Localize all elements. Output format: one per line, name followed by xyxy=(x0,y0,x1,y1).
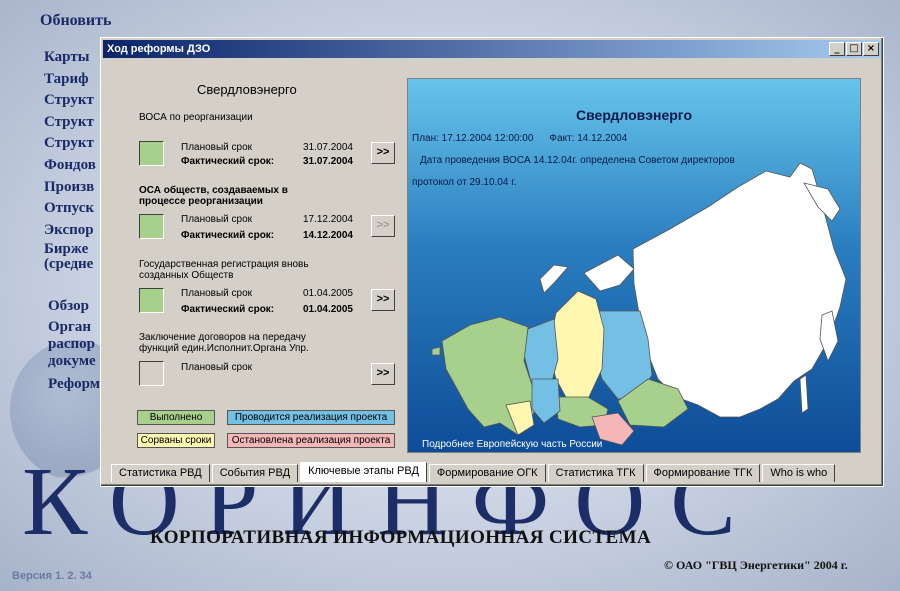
stage-1-status xyxy=(139,141,164,166)
stage-4-details-button[interactable]: >> xyxy=(371,363,395,385)
reform-progress-window: Ход реформы ДЗО _ □ × Свердловэнерго ВОС… xyxy=(100,37,884,487)
map-region-sakhalin xyxy=(799,374,809,414)
stage-2-fact-value: 14.12.2004 xyxy=(302,230,353,241)
stage-3-details-button[interactable]: >> xyxy=(371,289,395,311)
tab-rvd-events[interactable]: События РВД xyxy=(211,464,299,482)
menu-item[interactable]: Фондов xyxy=(44,155,96,177)
stage-1-plan-label: Плановый срок xyxy=(181,142,253,153)
stages-panel: Свердловэнерго ВОСА по реорганизации Пла… xyxy=(109,78,399,453)
stage-3-title: Государственная регистрация вновь созданн… xyxy=(139,259,309,281)
menu-item[interactable]: Структ xyxy=(44,133,96,155)
tab-tgk-statistics[interactable]: Статистика ТГК xyxy=(547,464,644,482)
menu-item[interactable]: Отпуск xyxy=(44,198,96,220)
menu-item[interactable]: Карты xyxy=(44,47,96,69)
stage-1-fact-value: 31.07.2004 xyxy=(302,156,353,167)
maximize-button[interactable]: □ xyxy=(846,42,862,56)
stage-3-status xyxy=(139,288,164,313)
menu-item[interactable]: Реформ xyxy=(48,376,100,393)
version-label: Версия 1. 2. 34 xyxy=(12,570,92,582)
stage-3-fact-label: Фактический срок: xyxy=(181,304,275,315)
stage-4-title: Заключение договоров на передачу функций … xyxy=(139,332,309,354)
tab-who-is-who[interactable]: Who is who xyxy=(762,464,836,482)
window-titlebar[interactable]: Ход реформы ДЗО _ □ × xyxy=(103,40,881,58)
menu-item[interactable]: Бирже xyxy=(44,241,96,257)
minimize-button[interactable]: _ xyxy=(829,42,845,56)
map-region-blue-3 xyxy=(531,378,561,424)
stage-2-details-button[interactable]: >> xyxy=(371,215,395,237)
menu-item[interactable]: распор xyxy=(48,336,100,353)
map-fact: Факт: 14.12.2004 xyxy=(549,133,628,144)
stage-2-title: ОСА обществ, создаваемых в процессе реорг… xyxy=(139,185,288,207)
map-region-kaliningrad xyxy=(431,346,441,356)
stage-3-plan-value: 01.04.2005 xyxy=(302,288,353,299)
stage-1-details-button[interactable]: >> xyxy=(371,142,395,164)
background-menu-lower: Обзор Орган распор докуме Реформ xyxy=(48,298,100,397)
menu-item[interactable]: докуме xyxy=(48,353,100,370)
legend-in-progress: Проводится реализация проекта xyxy=(227,410,395,425)
stage-4-status xyxy=(139,361,164,386)
menu-item[interactable]: Структ xyxy=(44,112,96,134)
tab-tgk-formation[interactable]: Формирование ТГК xyxy=(645,464,761,482)
stage-3-fact-value: 01.04.2005 xyxy=(302,304,353,315)
map-region-north xyxy=(583,254,635,292)
tab-rvd-key-stages[interactable]: Ключевые этапы РВД xyxy=(300,462,427,482)
stage-1-title: ВОСА по реорганизации xyxy=(139,112,253,123)
stage-1-plan-value: 31.07.2004 xyxy=(302,142,353,153)
legend-done: Выполнено xyxy=(137,410,215,425)
company-name: Свердловэнерго xyxy=(197,82,297,97)
copyright-label: © ОАО "ГВЦ Энергетики" 2004 г. xyxy=(664,558,848,572)
tab-ogk-formation[interactable]: Формирование ОГК xyxy=(428,464,546,482)
map-company-title: Свердловэнерго xyxy=(576,107,692,123)
stage-3-plan-label: Плановый срок xyxy=(181,288,253,299)
stage-4-plan-label: Плановый срок xyxy=(181,362,253,373)
map-region-east xyxy=(632,162,847,418)
refresh-link[interactable]: Обновить xyxy=(40,12,111,30)
stage-1-fact-label: Фактический срок: xyxy=(181,156,275,167)
map-protocol-line: протокол от 29.10.04 г. xyxy=(412,177,517,188)
legend-overdue: Сорваны сроки xyxy=(137,433,215,448)
european-russia-link[interactable]: Подробнее Европейскую часть России xyxy=(422,439,602,450)
legend-stopped: Остановлена реализация проекта xyxy=(227,433,395,448)
menu-item[interactable]: Тариф xyxy=(44,69,96,91)
menu-item[interactable]: Произв xyxy=(44,177,96,199)
tab-bar: Статистика РВД События РВД Ключевые этап… xyxy=(111,462,837,482)
stage-2-status xyxy=(139,214,164,239)
map-info-line: Дата проведения ВОСА 14.12.04г. определе… xyxy=(420,155,735,166)
close-button[interactable]: × xyxy=(863,42,879,56)
tab-rvd-statistics[interactable]: Статистика РВД xyxy=(111,464,210,482)
menu-item[interactable]: Обзор xyxy=(48,298,100,315)
map-region-novaya-zemlya xyxy=(539,264,569,294)
menu-item[interactable]: Структ xyxy=(44,90,96,112)
brand-subtitle: КОРПОРАТИВНАЯ ИНФОРМАЦИОННАЯ СИСТЕМА xyxy=(150,527,652,548)
stage-2-plan-label: Плановый срок xyxy=(181,214,253,225)
stage-2-fact-label: Фактический срок: xyxy=(181,230,275,241)
map-plan: План: 17.12.2004 12:00:00 xyxy=(412,133,534,144)
russia-map-panel: Свердловэнерго План: 17.12.2004 12:00:00… xyxy=(407,78,861,453)
background-menu: Карты Тариф Структ Структ Структ Фондов … xyxy=(44,47,96,272)
menu-item[interactable]: Экспор xyxy=(44,220,96,242)
menu-item[interactable]: Орган xyxy=(48,319,100,336)
menu-item[interactable]: (средне xyxy=(44,257,96,272)
window-title: Ход реформы ДЗО xyxy=(107,43,211,55)
stage-2-plan-value: 17.12.2004 xyxy=(302,214,353,225)
map-plan-fact: План: 17.12.2004 12:00:00 Факт: 14.12.200… xyxy=(412,133,643,144)
